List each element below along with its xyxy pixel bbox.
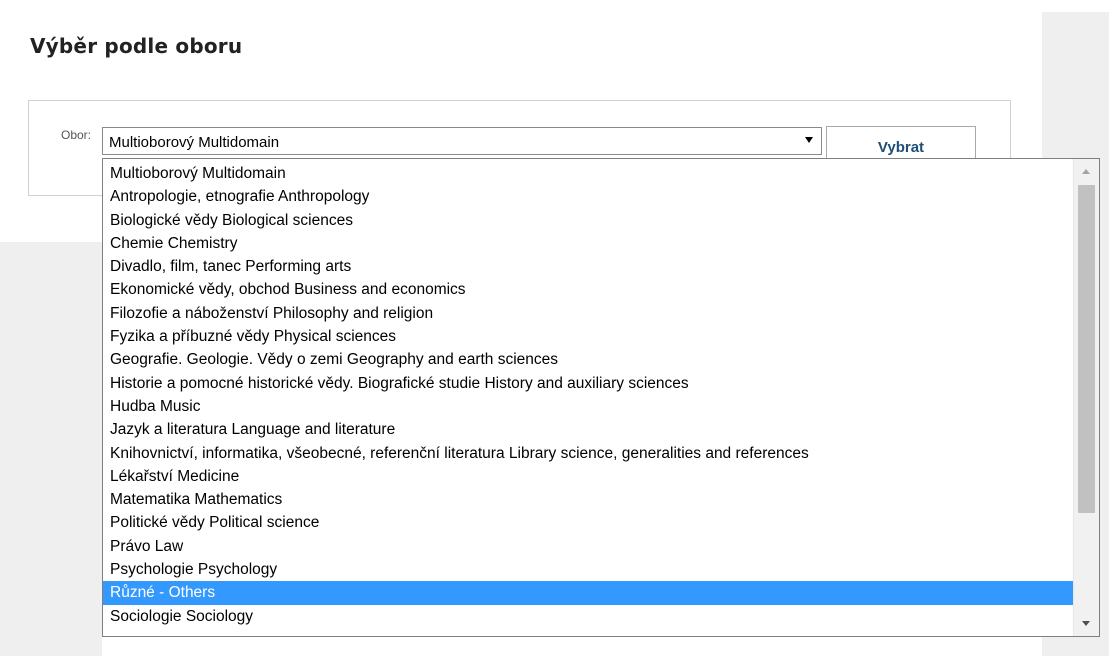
left-side-panel bbox=[0, 242, 102, 656]
dropdown-option[interactable]: Různé - Others bbox=[103, 581, 1074, 605]
dropdown-option[interactable]: Knihovnictví, informatika, všeobecné, re… bbox=[103, 442, 1074, 465]
dropdown-option[interactable]: Sociologie Sociology bbox=[103, 605, 1074, 628]
dropdown-option[interactable]: Ekonomické vědy, obchod Business and eco… bbox=[103, 278, 1074, 301]
page-title: Výběr podle oboru bbox=[30, 34, 243, 58]
dropdown-option[interactable]: Lékařství Medicine bbox=[103, 465, 1074, 488]
dropdown-option[interactable]: Divadlo, film, tanec Performing arts bbox=[103, 255, 1074, 278]
scroll-down-arrow-icon[interactable] bbox=[1082, 621, 1090, 626]
page: Výběr podle oboru Obor: Multioborový Mul… bbox=[0, 0, 1109, 656]
dropdown-option[interactable]: Chemie Chemistry bbox=[103, 232, 1074, 255]
dropdown-option[interactable]: Matematika Mathematics bbox=[103, 488, 1074, 511]
dropdown-option[interactable]: Biologické vědy Biological sciences bbox=[103, 209, 1074, 232]
scroll-up-arrow-icon[interactable] bbox=[1082, 169, 1090, 174]
dropdown-option[interactable]: Fyzika a příbuzné vědy Physical sciences bbox=[103, 325, 1074, 348]
dropdown-option[interactable]: Hudba Music bbox=[103, 395, 1074, 418]
dropdown-option[interactable]: Právo Law bbox=[103, 535, 1074, 558]
dropdown-option[interactable]: Historie a pomocné historické vědy. Biog… bbox=[103, 372, 1074, 395]
dropdown-option[interactable]: Antropologie, etnografie Anthropology bbox=[103, 185, 1074, 208]
dropdown-option[interactable]: Psychologie Psychology bbox=[103, 558, 1074, 581]
dropdown-option[interactable]: Geografie. Geologie. Vědy o zemi Geograp… bbox=[103, 348, 1074, 371]
dropdown-arrow-icon[interactable] bbox=[805, 137, 813, 143]
scrollbar[interactable] bbox=[1073, 159, 1099, 636]
submit-button[interactable]: Vybrat bbox=[826, 126, 976, 159]
dropdown-list[interactable]: Multioborový Multidomain Antropologie, et… bbox=[102, 158, 1100, 637]
dropdown-options: Multioborový Multidomain Antropologie, et… bbox=[103, 162, 1074, 628]
field-label: Obor: bbox=[61, 128, 92, 142]
dropdown-option[interactable]: Filozofie a náboženství Philosophy and r… bbox=[103, 302, 1074, 325]
dropdown-option[interactable]: Multioborový Multidomain bbox=[103, 162, 1074, 185]
field-select[interactable]: Multioborový Multidomain bbox=[102, 127, 822, 155]
scrollbar-thumb[interactable] bbox=[1078, 185, 1095, 513]
dropdown-option[interactable]: Jazyk a literatura Language and literatu… bbox=[103, 418, 1074, 441]
dropdown-option[interactable]: Politické vědy Political science bbox=[103, 511, 1074, 534]
select-current-value: Multioborový Multidomain bbox=[109, 134, 280, 151]
